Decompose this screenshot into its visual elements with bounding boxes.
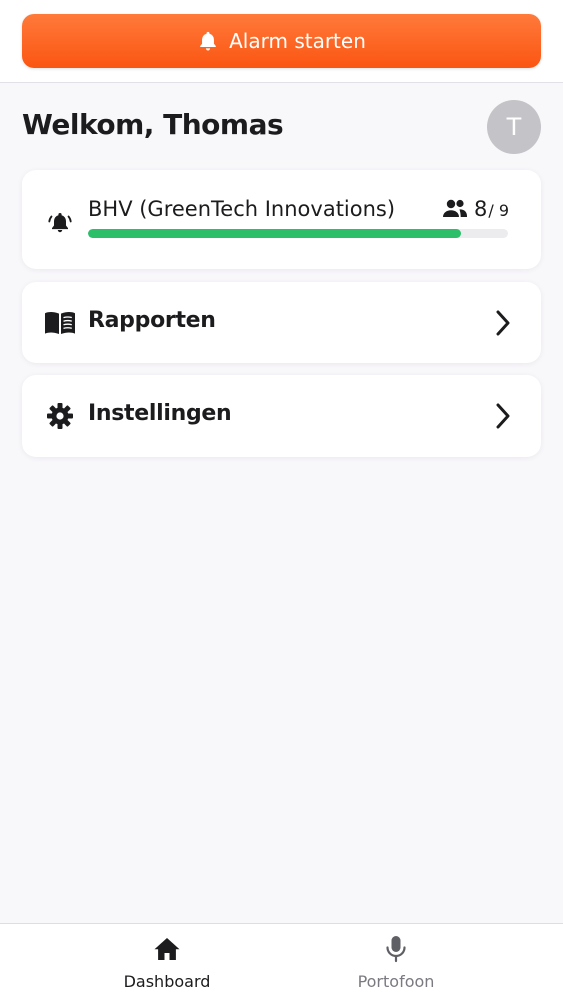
settings-label: Instellingen <box>88 401 232 426</box>
reports-label: Rapporten <box>88 308 216 333</box>
bell-icon <box>197 30 219 52</box>
alarm-start-button[interactable]: Alarm starten <box>22 14 541 68</box>
nav-portofoon[interactable]: Portofoon <box>296 934 496 991</box>
team-member-count: 8 / 9 <box>442 197 509 221</box>
team-card[interactable]: BHV (GreenTech Innovations) 8 / 9 <box>22 170 541 269</box>
nav-portofoon-label: Portofoon <box>357 972 435 991</box>
team-progress-bar <box>88 229 508 238</box>
alarm-start-label: Alarm starten <box>229 29 366 53</box>
team-progress-fill <box>88 229 462 238</box>
avatar[interactable]: T <box>487 100 541 154</box>
gear-icon <box>44 400 76 432</box>
reports-card[interactable]: Rapporten <box>22 282 541 363</box>
bottom-navigation: Dashboard Portofoon <box>0 923 563 1001</box>
chevron-right-icon <box>491 308 515 338</box>
team-name: BHV (GreenTech Innovations) <box>88 197 396 221</box>
people-icon <box>442 198 468 220</box>
chevron-right-icon <box>491 401 515 431</box>
top-bar: Alarm starten <box>0 0 563 83</box>
team-count-total: / 9 <box>488 201 509 220</box>
nav-dashboard[interactable]: Dashboard <box>67 934 267 991</box>
microphone-icon <box>381 934 411 964</box>
home-icon <box>152 934 182 964</box>
bell-ringing-icon <box>44 207 76 239</box>
team-count-current: 8 <box>473 197 488 221</box>
page-title: Welkom, Thomas <box>22 108 284 141</box>
settings-card[interactable]: Instellingen <box>22 375 541 457</box>
book-open-icon <box>44 307 76 339</box>
nav-dashboard-label: Dashboard <box>123 972 211 991</box>
